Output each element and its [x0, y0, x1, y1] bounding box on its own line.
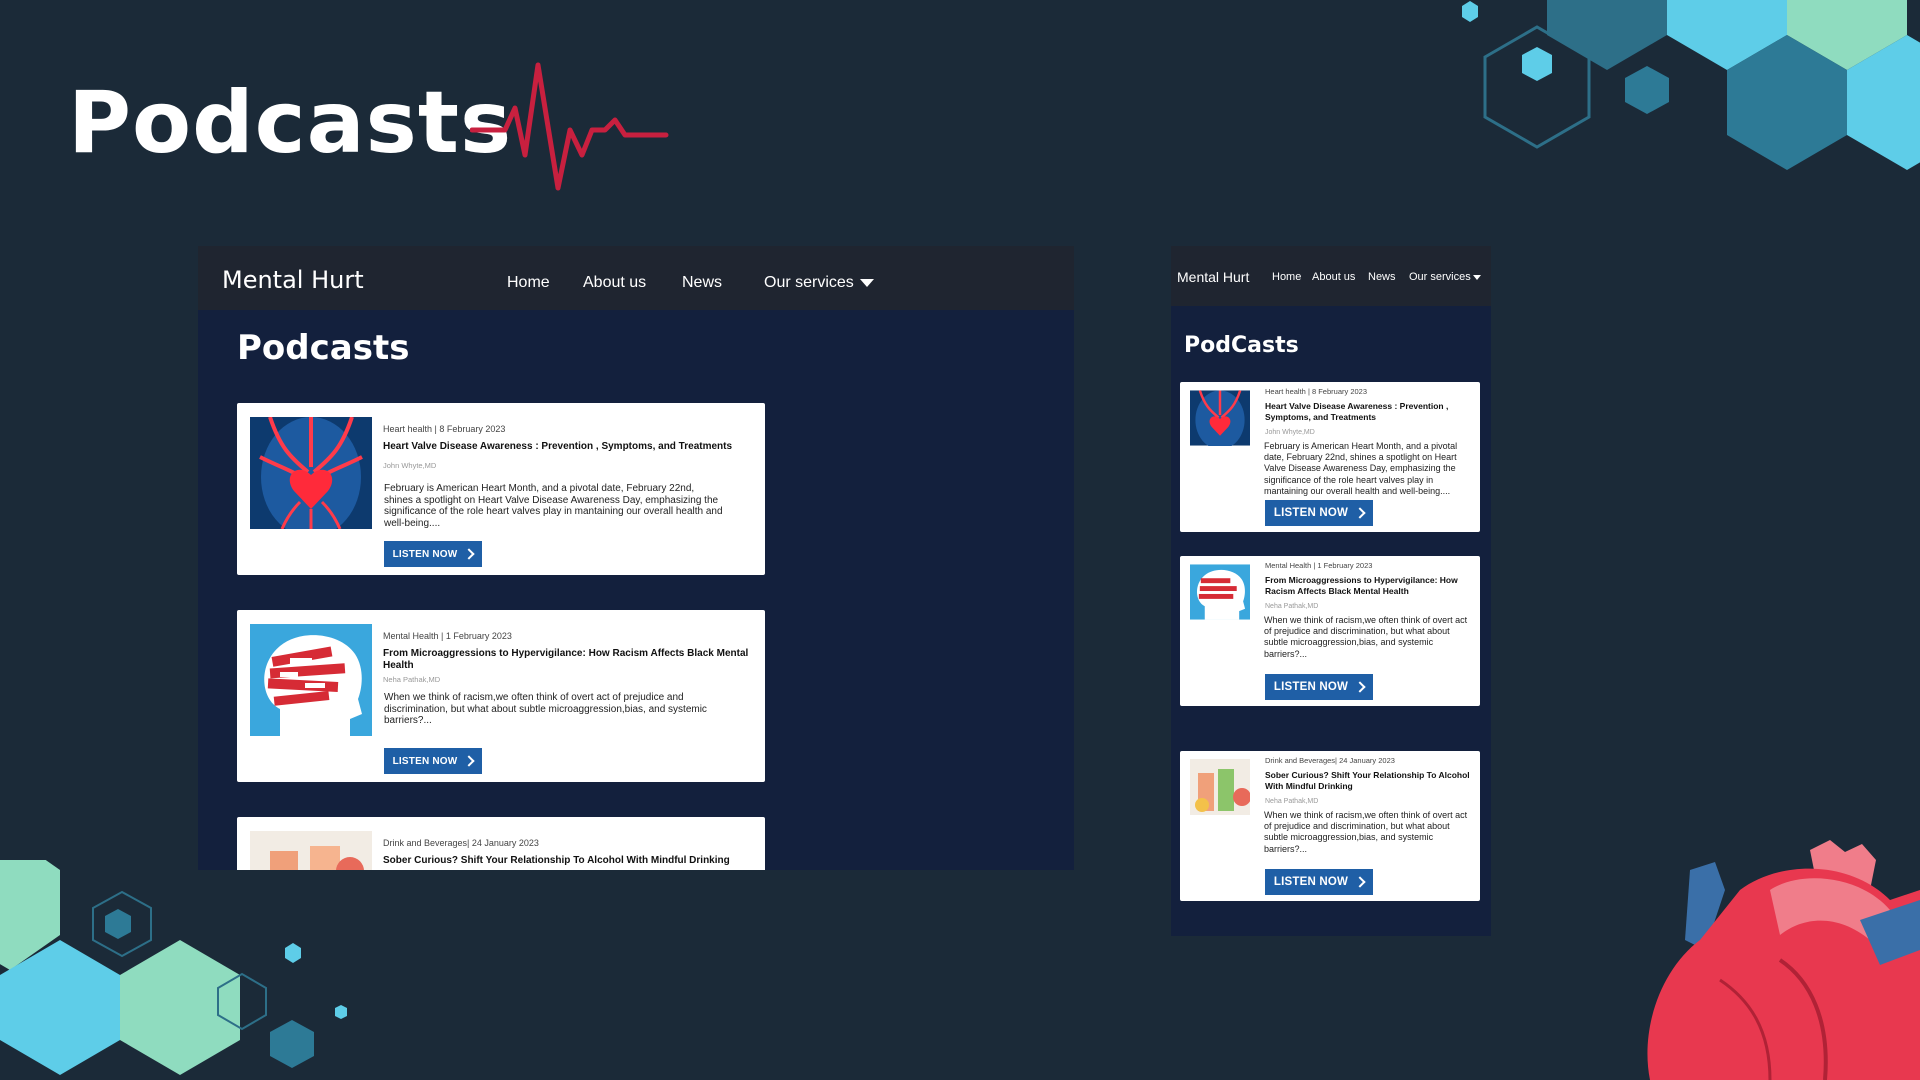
podcast-card: Drink and Beverages| 24 January 2023 Sob…	[1180, 751, 1480, 901]
listen-now-button[interactable]: LISTEN NOW	[1265, 674, 1373, 700]
page-heading: PodCasts	[1184, 333, 1299, 358]
podcast-card: Drink and Beverages| 24 January 2023 Sob…	[237, 817, 765, 870]
card-title[interactable]: From Microaggressions to Hypervigilance:…	[1265, 575, 1475, 597]
heart-anatomy-image	[1190, 390, 1250, 446]
card-meta: Mental Health | 1 February 2023	[1265, 561, 1373, 570]
card-author: Neha Pathak,MD	[1265, 798, 1319, 805]
listen-now-button[interactable]: LISTEN NOW	[1265, 500, 1373, 526]
drinks-image	[1190, 759, 1250, 815]
desktop-site-preview: Mental Hurt Home About us News Our servi…	[198, 246, 1074, 870]
podcast-card: Heart health | 8 February 2023 Heart Val…	[237, 403, 765, 575]
podcast-card: Mental Health | 1 February 2023 From Mic…	[1180, 556, 1480, 706]
drinks-image	[250, 831, 372, 870]
listen-now-button[interactable]: LISTEN NOW	[384, 541, 482, 567]
nav-home[interactable]: Home	[507, 274, 550, 292]
bottom-left-hexagons	[0, 860, 347, 1075]
site-brand[interactable]: Mental Hurt	[222, 266, 364, 294]
mental-health-head-image	[1190, 564, 1250, 620]
chevron-right-icon	[1354, 681, 1366, 693]
card-author: Neha Pathak,MD	[383, 675, 441, 684]
nav-our-services[interactable]: Our services	[764, 274, 874, 292]
nav-news[interactable]: News	[1368, 271, 1396, 283]
card-description: February is American Heart Month, and a …	[1264, 441, 1458, 496]
chevron-right-icon	[1354, 876, 1366, 888]
card-meta: Mental Health | 1 February 2023	[383, 631, 512, 641]
mobile-site-preview: Mental Hurt Home About us News Our servi…	[1171, 246, 1491, 936]
card-meta: Heart health | 8 February 2023	[1265, 387, 1368, 396]
chevron-right-icon	[463, 755, 476, 767]
card-author: John Whyte,MD	[1265, 429, 1315, 436]
caret-down-icon	[859, 278, 874, 287]
card-meta: Drink and Beverages| 24 January 2023	[383, 838, 539, 848]
navbar: Mental Hurt Home About us News Our servi…	[1171, 246, 1491, 306]
mental-health-head-image	[250, 624, 372, 736]
card-title[interactable]: Heart Valve Disease Awareness : Preventi…	[1265, 401, 1475, 423]
card-title[interactable]: From Microaggressions to Hypervigilance:…	[383, 648, 753, 672]
card-title[interactable]: Heart Valve Disease Awareness : Preventi…	[383, 441, 753, 453]
card-description: February is American Heart Month, and a …	[384, 483, 723, 529]
podcast-card: Heart health | 8 February 2023 Heart Val…	[1180, 382, 1480, 532]
heartbeat-pulse-icon	[470, 62, 669, 191]
slide-title: Podcasts	[68, 73, 513, 173]
listen-now-label: LISTEN NOW	[392, 755, 458, 767]
listen-now-label: LISTEN NOW	[392, 548, 458, 560]
listen-now-button[interactable]: LISTEN NOW	[1265, 869, 1373, 895]
site-brand[interactable]: Mental Hurt	[1177, 269, 1249, 285]
nav-our-services-label: Our services	[1409, 271, 1471, 283]
card-meta: Drink and Beverages| 24 January 2023	[1265, 756, 1395, 765]
nav-our-services-label: Our services	[764, 274, 854, 291]
page-heading: Podcasts	[237, 328, 410, 368]
listen-now-label: LISTEN NOW	[1273, 507, 1349, 519]
listen-now-button[interactable]: LISTEN NOW	[384, 748, 482, 774]
card-description: When we think of racism,we often think o…	[1264, 615, 1468, 659]
nav-home[interactable]: Home	[1272, 271, 1301, 283]
nav-news[interactable]: News	[682, 274, 722, 292]
card-author: Neha Pathak,MD	[1265, 603, 1319, 610]
nav-our-services[interactable]: Our services	[1409, 271, 1481, 283]
chevron-right-icon	[1354, 507, 1366, 519]
card-title[interactable]: Sober Curious? Shift Your Relationship T…	[1265, 770, 1475, 792]
heart-anatomy-image	[250, 417, 372, 529]
chevron-right-icon	[463, 548, 476, 560]
nav-about-us[interactable]: About us	[1312, 271, 1355, 283]
card-description: When we think of racism,we often think o…	[1264, 810, 1468, 854]
card-meta: Heart health | 8 February 2023	[383, 424, 506, 434]
listen-now-label: LISTEN NOW	[1273, 876, 1349, 888]
top-right-hexagons	[1462, 0, 1920, 170]
heart-illustration-icon	[1647, 840, 1920, 1080]
card-title[interactable]: Sober Curious? Shift Your Relationship T…	[383, 855, 753, 867]
caret-down-icon	[1472, 274, 1481, 280]
navbar: Mental Hurt Home About us News Our servi…	[198, 246, 1074, 310]
nav-about-us[interactable]: About us	[583, 274, 646, 292]
listen-now-label: LISTEN NOW	[1273, 681, 1349, 693]
podcast-card: Mental Health | 1 February 2023 From Mic…	[237, 610, 765, 782]
card-description: When we think of racism,we often think o…	[384, 692, 707, 726]
card-author: John Whyte,MD	[383, 461, 437, 470]
